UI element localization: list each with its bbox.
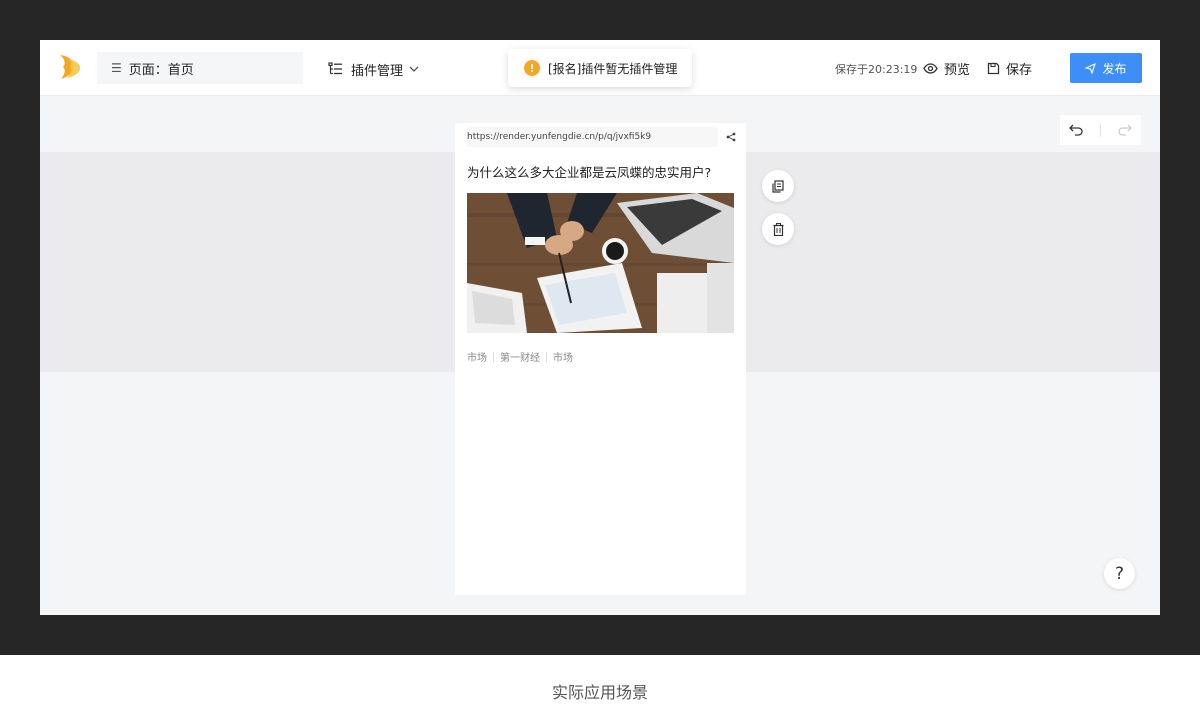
plugin-management-dropdown[interactable]: 插件管理 — [328, 58, 419, 80]
page-selector[interactable]: ☰ 页面：首页 — [97, 52, 303, 84]
url-bar: https://render.yunfengdie.cn/p/q/jvxfi5k… — [455, 123, 746, 151]
tag-divider — [546, 351, 547, 362]
tag: 第一财经 — [500, 353, 540, 364]
save-label: 保存 — [1006, 62, 1033, 78]
tag: 市场 — [467, 353, 487, 364]
article-image — [467, 193, 734, 333]
help-button[interactable]: ? — [1104, 558, 1135, 589]
tag: 市场 — [553, 353, 573, 364]
undo-redo-panel — [1060, 115, 1141, 145]
plugin-menu-label: 插件管理 — [351, 63, 404, 79]
page-url: https://render.yunfengdie.cn/p/q/jvxfi5k… — [467, 127, 718, 147]
redo-icon[interactable] — [1118, 124, 1133, 136]
article-title: 为什么这么多大企业都是云凤蝶的忠实用户? — [467, 165, 712, 180]
warning-toast: ! [报名]插件暂无插件管理 — [508, 49, 692, 87]
preview-label: 预览 — [944, 62, 971, 78]
undo-icon[interactable] — [1068, 124, 1083, 136]
editor-app: ☰ 页面：首页 插件管理 保存于20:23:19 预览 保存 发布 ! [报名]… — [40, 40, 1160, 615]
save-button[interactable]: 保存 — [987, 58, 1032, 78]
article-card[interactable]: 为什么这么多大企业都是云凤蝶的忠实用户? 市场 第一财经 市场 — [467, 165, 734, 364]
share-icon[interactable] — [718, 132, 736, 142]
screenshot-frame: ☰ 页面：首页 插件管理 保存于20:23:19 预览 保存 发布 ! [报名]… — [0, 0, 1200, 655]
chevron-down-icon — [409, 66, 419, 72]
divider — [1099, 123, 1101, 137]
butterfly-logo — [60, 55, 81, 79]
page-selector-label: 页面：首页 — [128, 62, 194, 78]
publish-label: 发布 — [1102, 61, 1127, 76]
eye-icon — [923, 62, 938, 74]
tree-list-icon — [328, 62, 342, 75]
last-saved-time: 保存于20:23:19 — [835, 63, 918, 76]
copy-component-button[interactable] — [762, 170, 794, 202]
caption: 实际应用场景 — [551, 683, 648, 702]
article-tags: 市场 第一财经 市场 — [467, 349, 734, 364]
mobile-preview: https://render.yunfengdie.cn/p/q/jvxfi5k… — [455, 123, 746, 595]
delete-component-button[interactable] — [762, 213, 794, 245]
floppy-disk-icon — [987, 62, 1000, 74]
warning-icon: ! — [524, 60, 540, 76]
copy-icon — [772, 179, 784, 193]
list-icon: ☰ — [111, 61, 122, 75]
send-icon — [1085, 62, 1097, 74]
tag-divider — [493, 351, 494, 362]
preview-button[interactable]: 预览 — [923, 58, 970, 78]
trash-icon — [773, 222, 783, 236]
toast-message: [报名]插件暂无插件管理 — [548, 61, 678, 76]
publish-button[interactable]: 发布 — [1070, 53, 1142, 83]
